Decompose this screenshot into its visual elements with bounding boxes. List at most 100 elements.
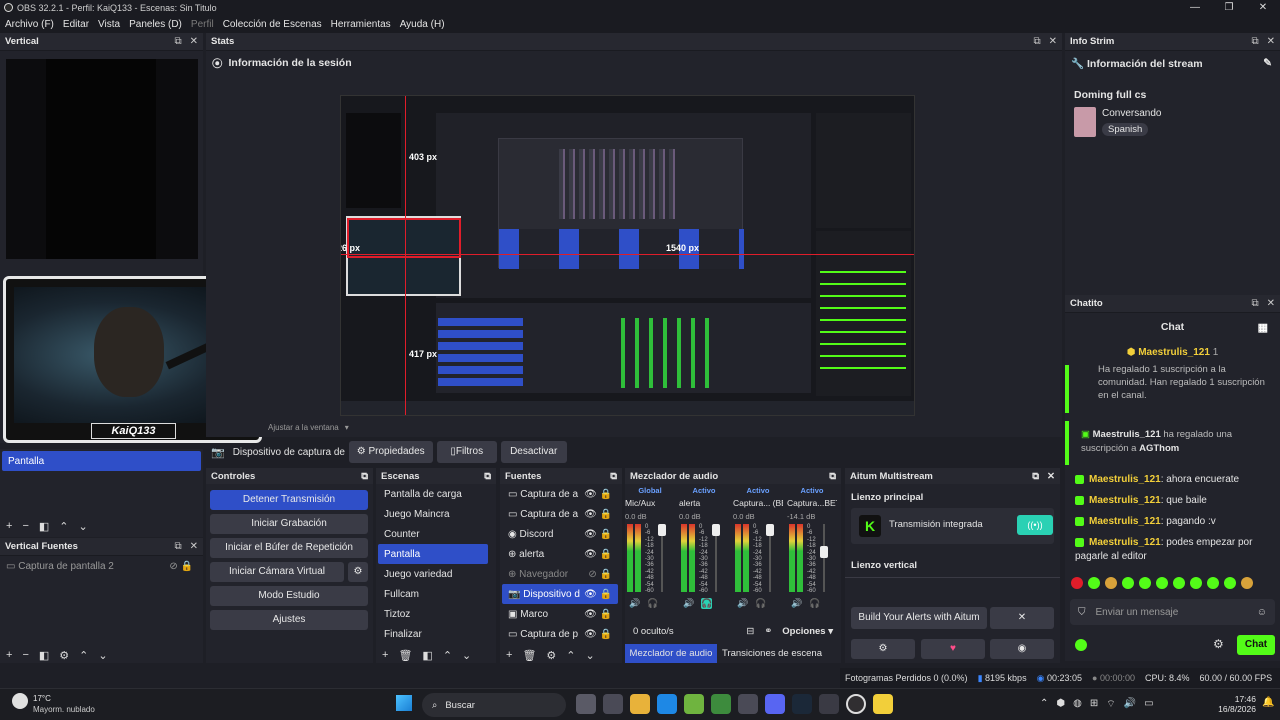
visibility-eye-icon[interactable]: 👁 <box>584 529 599 540</box>
lock-icon[interactable]: 🔒 <box>600 629 612 640</box>
mute-icon[interactable]: 🔊 <box>629 598 640 609</box>
menu-file[interactable]: Archivo (F) <box>5 19 54 30</box>
chat-input[interactable]: ⛉ Enviar un mensaje ☺ <box>1070 599 1275 625</box>
source-item[interactable]: ▣ Marco 👁 🔒 <box>502 604 618 624</box>
emote-icon[interactable] <box>1224 577 1236 589</box>
minecraft-icon[interactable] <box>711 694 731 714</box>
close-icon[interactable]: ✕ <box>190 36 198 47</box>
tray-icon[interactable]: ⬢ <box>1056 698 1065 711</box>
scene-item[interactable]: Counter <box>378 524 488 544</box>
link-icon[interactable]: ⚭ <box>764 626 772 637</box>
float-icon[interactable]: ⧉ <box>361 471 368 482</box>
app-icon[interactable] <box>873 694 893 714</box>
lock-icon[interactable]: 🔒 <box>600 529 612 540</box>
emoji-icon[interactable]: ☺ <box>1257 607 1267 618</box>
scene-item[interactable]: Finalizar <box>378 624 488 644</box>
down-icon[interactable]: ⌄ <box>586 649 595 662</box>
source-item[interactable]: ▭ Captura de p 👁 🔒 <box>502 624 618 644</box>
lock-icon[interactable]: 🔒 <box>600 589 612 600</box>
menu-edit[interactable]: Editar <box>63 19 89 30</box>
fader-knob[interactable] <box>658 524 666 536</box>
visibility-eye-icon[interactable]: 👁 <box>584 609 599 620</box>
up-icon[interactable]: ⌃ <box>566 649 575 662</box>
chat-username[interactable]: Maestrulis_121 <box>1089 474 1161 485</box>
lock-icon[interactable]: 🔒 <box>600 609 612 620</box>
virtual-camera-settings-icon[interactable]: ⚙ <box>348 562 368 582</box>
emote-icon[interactable] <box>1173 577 1185 589</box>
float-icon[interactable]: ⧉ <box>829 471 836 482</box>
emote-icon[interactable] <box>1156 577 1168 589</box>
chat-username[interactable]: Maestrulis_121 <box>1089 495 1161 506</box>
stream-toggle-button[interactable]: ((•)) <box>1017 515 1053 535</box>
scene-item[interactable]: Pantalla de carga <box>378 484 488 504</box>
filter-icon[interactable]: ◧ <box>39 649 49 662</box>
hidden-eye-icon[interactable]: ⊘ <box>169 561 177 572</box>
shield-icon[interactable]: ⛉ <box>1078 607 1086 618</box>
menu-help[interactable]: Ayuda (H) <box>400 19 445 30</box>
filters-button[interactable]: ▯Filtros <box>436 441 497 463</box>
source-item[interactable]: 📷 Dispositivo d 👁 🔒 <box>502 584 618 604</box>
vertical-scene-item[interactable]: Pantalla <box>2 451 201 471</box>
up-icon[interactable]: ⌃ <box>443 649 452 662</box>
volume-fader[interactable] <box>820 524 828 592</box>
visibility-eye-icon[interactable]: 👁 <box>584 629 599 640</box>
app-icon[interactable] <box>684 694 704 714</box>
float-icon[interactable]: ⧉ <box>1251 36 1258 47</box>
tab-scene-transitions[interactable]: Transiciones de escena <box>719 644 825 663</box>
down-icon[interactable]: ⌄ <box>462 649 471 662</box>
emote-icon[interactable] <box>1105 577 1117 589</box>
tray-icon[interactable]: ◍ <box>1073 698 1082 711</box>
tab-audio-mixer[interactable]: Mezclador de audio <box>625 644 717 663</box>
visibility-eye-icon[interactable]: 👁 <box>584 589 599 600</box>
float-icon[interactable]: ⧉ <box>610 471 617 482</box>
discord-icon[interactable] <box>765 694 785 714</box>
vertical-preview[interactable] <box>6 59 198 259</box>
source-item[interactable]: ⊕ Navegador ⊘ 🔒 <box>502 564 618 584</box>
fader-knob[interactable] <box>712 524 720 536</box>
zoom-control[interactable]: Ajustar a la ventana ▾ <box>268 423 349 432</box>
volume-fader[interactable] <box>766 524 774 592</box>
lock-icon[interactable]: 🔒 <box>600 569 612 580</box>
task-view-icon[interactable] <box>576 694 596 714</box>
down-icon[interactable]: ⌄ <box>79 520 88 533</box>
notification-icon[interactable]: 🔔 <box>1262 697 1274 708</box>
float-icon[interactable]: ⧉ <box>174 541 181 552</box>
up-icon[interactable]: ⌃ <box>79 649 88 662</box>
scene-item[interactable]: Juego Maincra <box>378 504 488 524</box>
close-icon[interactable]: ✕ <box>190 541 198 552</box>
float-icon[interactable]: ⧉ <box>1032 471 1039 482</box>
app-icon[interactable] <box>738 694 758 714</box>
emote-icon[interactable] <box>1190 577 1202 589</box>
aitum-settings-icon[interactable]: ⚙ <box>851 639 915 659</box>
emote-icon[interactable] <box>1207 577 1219 589</box>
lock-icon[interactable]: 🔒 <box>600 489 612 500</box>
monitor-icon[interactable]: 🎧 <box>701 598 713 609</box>
lock-icon[interactable]: 🔒 <box>600 509 612 520</box>
monitor-icon[interactable]: 🎧 <box>647 598 658 609</box>
remove-icon[interactable]: − <box>22 520 28 532</box>
steam-icon[interactable] <box>792 694 812 714</box>
studio-mode-button[interactable]: Modo Estudio <box>210 586 368 606</box>
chat-settings-icon[interactable]: ⚙ <box>1213 637 1224 651</box>
close-icon[interactable]: ✕ <box>1267 36 1275 47</box>
virtual-camera-button[interactable]: Iniciar Cámara Virtual <box>210 562 344 582</box>
visibility-eye-icon[interactable]: 👁 <box>584 489 599 500</box>
maximize-button[interactable]: ❐ <box>1212 0 1246 15</box>
visibility-eye-icon[interactable]: ⊘ <box>588 569 599 580</box>
chat-username[interactable]: Maestrulis_121 <box>1089 537 1161 548</box>
scene-item[interactable]: Pantalla <box>378 544 488 564</box>
start-recording-button[interactable]: Iniciar Grabación <box>210 514 368 534</box>
menu-view[interactable]: Vista <box>98 19 120 30</box>
menu-tools[interactable]: Herramientas <box>331 19 391 30</box>
scene-item[interactable]: Juego variedad <box>378 564 488 584</box>
tray-icon[interactable]: ⊞ <box>1090 698 1098 711</box>
source-item[interactable]: ◉ Discord 👁 🔒 <box>502 524 618 544</box>
mute-icon[interactable]: 🔊 <box>737 598 748 609</box>
close-icon[interactable]: ✕ <box>1047 471 1055 482</box>
gear-icon[interactable]: ⚙ <box>59 649 69 662</box>
taskbar-search[interactable]: ⌕ Buscar <box>422 693 566 717</box>
source-item[interactable]: ⊕ alerta 👁 🔒 <box>502 544 618 564</box>
selection-box[interactable] <box>347 218 461 258</box>
gift-username[interactable]: Maestrulis_121 <box>1093 429 1161 440</box>
add-icon[interactable]: + <box>382 649 388 661</box>
